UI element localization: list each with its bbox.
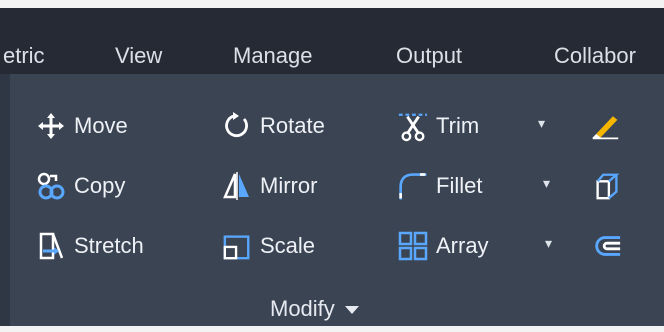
scale-button[interactable]: Scale — [222, 226, 315, 266]
move-icon — [36, 111, 66, 141]
array-icon — [398, 231, 428, 261]
fillet-dropdown-caret[interactable]: ▾ — [543, 175, 550, 192]
modify-panel-label: Modify — [270, 296, 335, 321]
copy-icon — [36, 171, 66, 201]
stretch-button[interactable]: Stretch — [36, 226, 144, 266]
explode-button[interactable] — [592, 166, 622, 206]
eraser-icon — [590, 111, 620, 141]
offset-button[interactable] — [592, 226, 622, 266]
modify-panel-title[interactable]: Modify — [270, 296, 359, 322]
tab-parametric[interactable]: etric — [3, 43, 45, 69]
fillet-icon — [398, 171, 428, 201]
mirror-button[interactable]: Mirror — [222, 166, 317, 206]
array-label: Array — [436, 233, 489, 258]
trim-icon — [398, 111, 428, 142]
copy-label: Copy — [74, 173, 126, 198]
array-dropdown-caret[interactable]: ▾ — [545, 235, 552, 252]
move-button[interactable]: Move — [36, 106, 128, 146]
offset-icon — [592, 231, 622, 261]
rotate-icon — [222, 111, 252, 141]
tab-view[interactable]: View — [115, 43, 162, 69]
trim-dropdown-caret[interactable]: ▾ — [538, 115, 545, 132]
stretch-label: Stretch — [74, 233, 144, 258]
erase-button[interactable] — [590, 106, 620, 146]
move-label: Move — [74, 113, 128, 138]
tab-manage[interactable]: Manage — [233, 43, 313, 69]
scale-icon — [222, 231, 252, 261]
copy-button[interactable]: Copy — [36, 166, 125, 206]
fillet-label: Fillet — [436, 173, 483, 198]
tab-collaborate[interactable]: Collabor — [554, 43, 636, 69]
trim-label: Trim — [436, 113, 480, 138]
mirror-label: Mirror — [260, 173, 318, 198]
rotate-button[interactable]: Rotate — [222, 106, 325, 146]
window-bottom-strip — [0, 326, 664, 332]
fillet-button[interactable]: Fillet — [398, 166, 482, 206]
scale-label: Scale — [260, 233, 316, 258]
mirror-icon — [222, 171, 252, 201]
ribbon-left-edge — [0, 74, 10, 326]
window-top-strip — [0, 0, 664, 8]
trim-button[interactable]: Trim — [398, 106, 479, 146]
array-button[interactable]: Array — [398, 226, 489, 266]
chevron-down-icon — [344, 306, 359, 315]
cube-icon — [592, 171, 622, 201]
rotate-label: Rotate — [260, 113, 325, 138]
ribbon-tab-bar: etric View Manage Output Collabor — [0, 8, 664, 74]
tab-output[interactable]: Output — [396, 43, 462, 69]
stretch-icon — [36, 231, 66, 261]
